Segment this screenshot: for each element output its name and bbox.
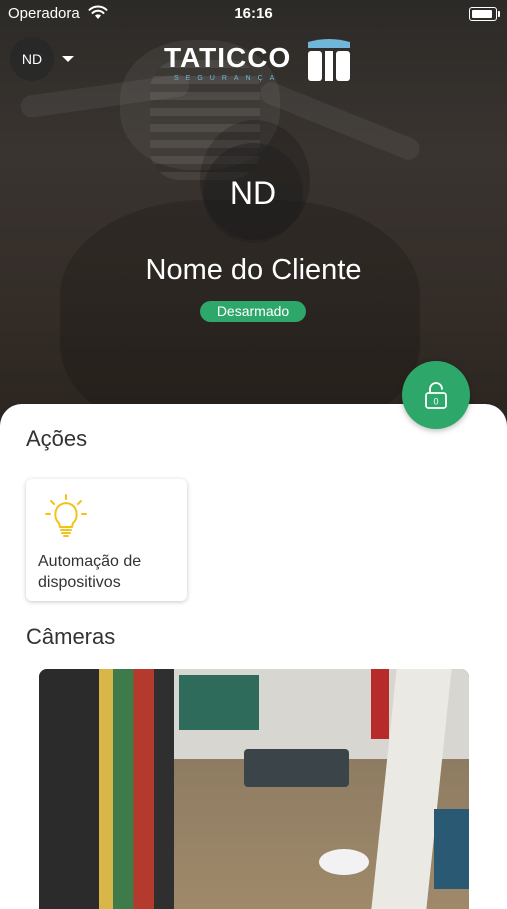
lock-code-label: 0 xyxy=(433,397,438,407)
account-avatar[interactable]: ND xyxy=(10,37,54,81)
account-switcher[interactable]: ND xyxy=(10,37,74,81)
client-name: Nome do Cliente xyxy=(145,254,362,286)
camera-scene-part xyxy=(434,809,469,889)
chevron-down-icon[interactable] xyxy=(62,56,74,62)
logo-subtext: SEGURANÇA xyxy=(174,75,282,82)
battery-icon xyxy=(469,7,500,21)
logo-mark-icon xyxy=(308,39,350,81)
lock-open-icon: 0 xyxy=(425,382,447,409)
status-badge: Desarmado xyxy=(200,301,306,322)
camera-scene-part xyxy=(319,849,369,875)
camera-scene-part xyxy=(371,669,389,739)
section-title-actions: Ações xyxy=(26,426,88,451)
clock: 16:16 xyxy=(234,5,273,22)
section-title-cameras: Câmeras xyxy=(26,624,116,649)
camera-scene-part xyxy=(179,675,259,730)
action-card-device-automation[interactable]: Automação de dispositivos xyxy=(26,479,187,601)
lightbulb-icon xyxy=(45,494,87,537)
camera-feed-thumbnail[interactable] xyxy=(39,669,469,909)
camera-scene-part xyxy=(244,749,349,787)
client-avatar: ND xyxy=(203,143,303,243)
action-card-label: Automação de dispositivos xyxy=(38,553,142,591)
status-bar: Operadora 16:16 xyxy=(0,0,507,28)
arm-toggle-button[interactable]: 0 xyxy=(402,361,470,429)
logo-text: TATICCO xyxy=(164,42,292,73)
camera-scene-part xyxy=(39,669,99,909)
brand-logo: TATICCO SEGURANÇA xyxy=(164,36,354,86)
